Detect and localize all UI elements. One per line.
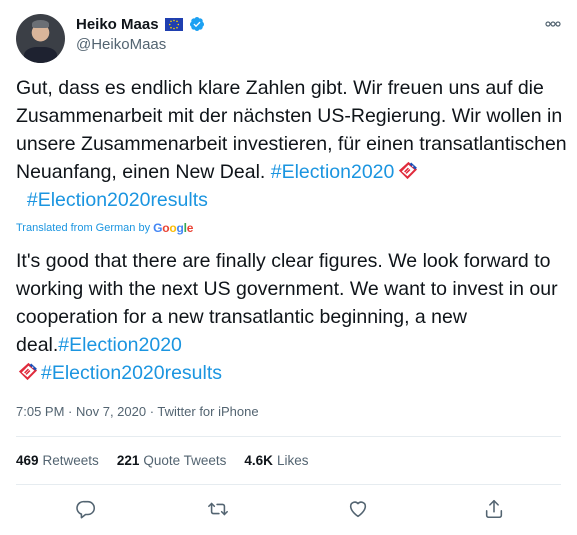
translated-note: Translated from German by Google bbox=[16, 221, 193, 235]
ballot-box-emoji-icon bbox=[399, 161, 418, 180]
reply-icon[interactable] bbox=[74, 497, 98, 521]
tweet-meta: 7:05 PM · Nov 7, 2020 · Twitter for iPho… bbox=[16, 404, 259, 419]
divider bbox=[16, 436, 561, 437]
hashtag-election2020results[interactable]: #Election2020results bbox=[27, 189, 208, 211]
tweet-text-german: Gut, dass es endlich klare Zahlen gibt. … bbox=[16, 74, 568, 214]
share-icon[interactable] bbox=[482, 497, 506, 521]
like-icon[interactable] bbox=[346, 497, 370, 521]
author-row: Heiko Maas bbox=[76, 14, 205, 34]
retweets-stat[interactable]: 469 Retweets bbox=[16, 453, 99, 468]
tweet-time[interactable]: 7:05 PM bbox=[16, 404, 64, 419]
tweet-source[interactable]: Twitter for iPhone bbox=[157, 404, 258, 419]
avatar[interactable] bbox=[16, 14, 65, 63]
verified-badge-icon bbox=[189, 17, 204, 31]
likes-stat[interactable]: 4.6K Likes bbox=[244, 453, 308, 468]
hashtag-election2020[interactable]: #Election2020 bbox=[271, 161, 395, 183]
more-options-icon[interactable] bbox=[545, 14, 561, 30]
divider bbox=[16, 484, 561, 485]
google-logo: Google bbox=[153, 221, 194, 235]
avatar-shirt bbox=[24, 47, 57, 63]
ballot-box-emoji-icon bbox=[18, 362, 38, 381]
translated-prefix: Translated from German by bbox=[16, 222, 151, 234]
quote-tweets-stat[interactable]: 221 Quote Tweets bbox=[117, 453, 227, 468]
tweet-card: Heiko Maas @HeikoMaas Gut, dass es endli… bbox=[0, 0, 577, 535]
hashtag-election2020results[interactable]: #Election2020results bbox=[41, 362, 222, 384]
retweet-icon[interactable] bbox=[206, 497, 230, 521]
author-handle[interactable]: @HeikoMaas bbox=[76, 36, 166, 53]
eu-flag-icon bbox=[164, 17, 183, 31]
tweet-text-english: It's good that there are finally clear f… bbox=[16, 247, 568, 387]
avatar-hair bbox=[32, 20, 49, 28]
hashtag-election2020[interactable]: #Election2020 bbox=[58, 334, 182, 356]
tweet-date[interactable]: Nov 7, 2020 bbox=[76, 404, 146, 419]
author-name[interactable]: Heiko Maas bbox=[76, 16, 159, 33]
tweet-stats: 469 Retweets 221 Quote Tweets 4.6K Likes bbox=[16, 453, 308, 468]
action-bar bbox=[0, 497, 577, 525]
